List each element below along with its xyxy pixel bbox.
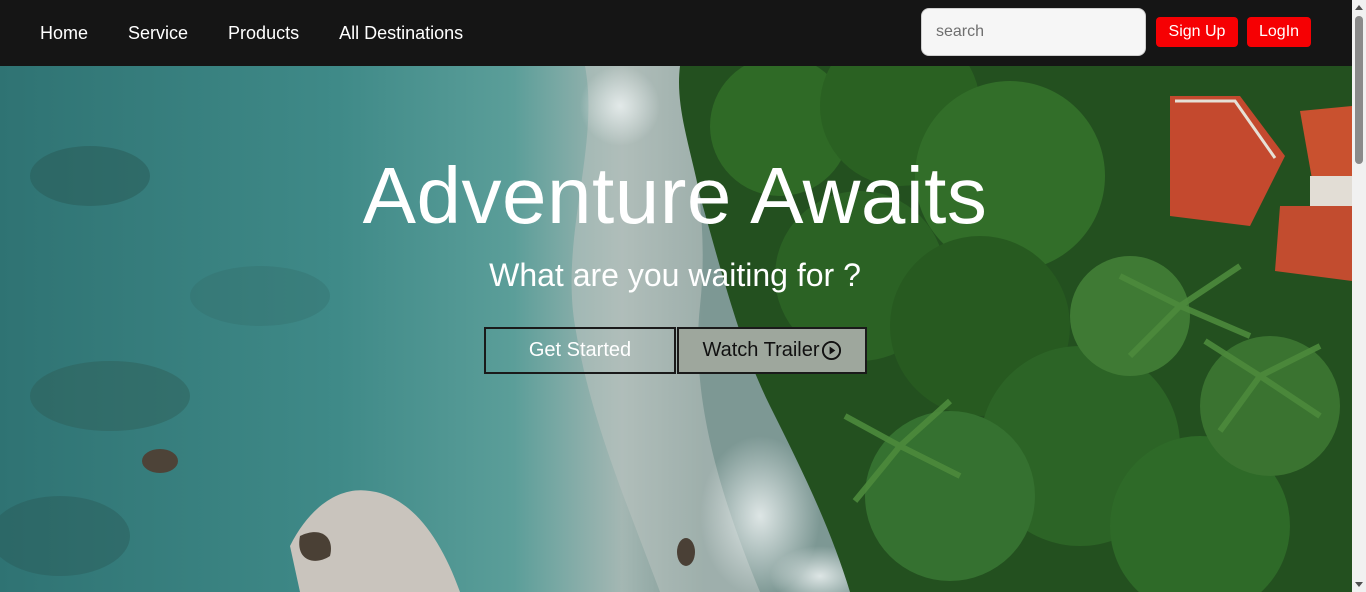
login-button[interactable]: LogIn	[1247, 17, 1311, 47]
nav-actions: Sign Up LogIn	[921, 8, 1311, 56]
nav-links: Home Service Products All Destinations	[40, 23, 503, 44]
hero-section: Adventure Awaits What are you waiting fo…	[0, 66, 1352, 592]
nav-link-service[interactable]: Service	[128, 23, 188, 44]
scroll-down-arrow-icon[interactable]	[1352, 578, 1366, 592]
scrollbar-thumb[interactable]	[1355, 16, 1363, 164]
scroll-up-arrow-icon[interactable]	[1352, 0, 1366, 14]
hero-subtitle: What are you waiting for ?	[489, 257, 861, 293]
nav-link-products[interactable]: Products	[228, 23, 299, 44]
search-input[interactable]	[921, 8, 1146, 56]
nav-link-home[interactable]: Home	[40, 23, 88, 44]
watch-trailer-button[interactable]: Watch Trailer	[677, 327, 867, 374]
watch-trailer-label: Watch Trailer	[702, 339, 820, 361]
nav-link-all-destinations[interactable]: All Destinations	[339, 23, 463, 44]
hero-buttons: Get Started Watch Trailer	[484, 327, 867, 374]
top-navbar: Home Service Products All Destinations S…	[0, 0, 1352, 66]
vertical-scrollbar[interactable]	[1352, 0, 1366, 592]
hero-title: Adventure Awaits	[362, 151, 988, 240]
sign-up-button[interactable]: Sign Up	[1156, 17, 1238, 47]
get-started-button[interactable]: Get Started	[484, 327, 676, 374]
play-circle-icon	[821, 340, 841, 361]
